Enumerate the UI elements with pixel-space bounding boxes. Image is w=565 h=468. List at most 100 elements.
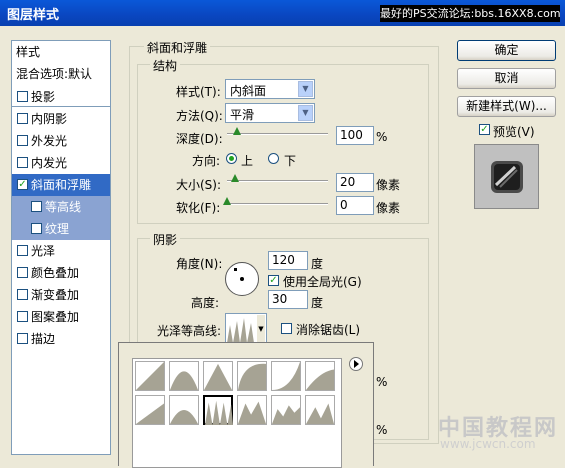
- global-light-checkbox[interactable]: ✓: [268, 275, 279, 286]
- sidebar-item-checkbox[interactable]: [17, 91, 28, 102]
- bevel-preview-graphic: [491, 161, 523, 193]
- title-bar: 图层样式 最好的PS交流论坛:bbs.16XX8.com: [0, 0, 565, 26]
- altitude-label: 高度:: [191, 296, 220, 310]
- contour-swatch[interactable]: [169, 395, 199, 425]
- sidebar-item[interactable]: 纹理: [12, 218, 110, 240]
- soften-unit: 像素: [376, 201, 401, 215]
- picker-menu-arrow-icon[interactable]: [349, 357, 363, 371]
- contour-swatch[interactable]: [135, 361, 165, 391]
- sidebar-item-checkbox[interactable]: [17, 113, 28, 124]
- sidebar-item-checkbox[interactable]: [17, 267, 28, 278]
- sidebar-item[interactable]: 样式: [12, 41, 110, 63]
- sidebar-item-checkbox[interactable]: [17, 289, 28, 300]
- sidebar-item-checkbox[interactable]: [31, 201, 42, 212]
- sidebar-item[interactable]: 外发光: [12, 130, 110, 152]
- soften-input[interactable]: 0: [336, 196, 374, 215]
- contour-curve-icon: [306, 403, 334, 424]
- style-select[interactable]: 内斜面 ▼: [225, 79, 315, 99]
- window-title: 图层样式: [7, 8, 60, 23]
- technique-select-value: 平滑: [230, 108, 255, 122]
- contour-curve-icon: [204, 363, 232, 390]
- sidebar-item-label: 纹理: [45, 222, 70, 236]
- sidebar-item[interactable]: 描边: [12, 328, 110, 350]
- depth-input[interactable]: 100: [336, 126, 374, 145]
- soften-label: 软化(F):: [176, 201, 221, 215]
- contour-swatch[interactable]: [271, 361, 301, 391]
- altitude-input[interactable]: 30: [268, 290, 308, 309]
- contour-curve-icon: [238, 363, 266, 390]
- gloss-contour-swatch[interactable]: ▼: [225, 313, 267, 345]
- hidden-unit: %: [376, 423, 388, 437]
- contour-curve-icon: [170, 410, 198, 424]
- contour-curve-icon: [205, 400, 233, 425]
- preview-checkbox[interactable]: ✓: [479, 124, 490, 135]
- contour-swatch[interactable]: [305, 361, 335, 391]
- sidebar-item[interactable]: 图案叠加: [12, 306, 110, 328]
- sidebar-item-checkbox[interactable]: [17, 135, 28, 146]
- sidebar-item-checkbox[interactable]: [17, 157, 28, 168]
- sidebar-item-label: 渐变叠加: [31, 288, 80, 302]
- contour-swatch[interactable]: [135, 395, 165, 425]
- direction-label: 方向:: [192, 154, 221, 168]
- sidebar-item[interactable]: 光泽: [12, 240, 110, 262]
- antialias-label: 消除锯齿(L): [296, 323, 361, 337]
- depth-slider-thumb[interactable]: [233, 127, 242, 135]
- cancel-button[interactable]: 取消: [457, 68, 556, 89]
- contour-swatch[interactable]: [305, 395, 335, 425]
- sidebar-item-label: 内发光: [31, 156, 68, 170]
- sidebar-item-label: 光泽: [31, 244, 56, 258]
- soften-slider-thumb[interactable]: [223, 197, 231, 205]
- sidebar-item[interactable]: 混合选项:默认: [12, 63, 110, 85]
- sidebar-item-label: 描边: [31, 332, 56, 346]
- sidebar-item[interactable]: ✓ 斜面和浮雕: [12, 174, 110, 196]
- sidebar-item-checkbox[interactable]: [17, 333, 28, 344]
- sidebar-item[interactable]: 投影: [12, 86, 110, 108]
- technique-select[interactable]: 平滑 ▼: [225, 103, 315, 123]
- direction-down-radio[interactable]: [268, 153, 279, 164]
- contour-swatch[interactable]: [203, 395, 233, 425]
- contour-curve-icon: [170, 371, 198, 390]
- shading-title: 阴影: [150, 231, 181, 248]
- chevron-down-icon: ▼: [298, 105, 313, 121]
- contour-swatch[interactable]: [169, 361, 199, 391]
- sidebar-item-label: 外发光: [31, 134, 68, 148]
- size-unit: 像素: [376, 178, 401, 192]
- chevron-down-icon: ▼: [257, 315, 265, 343]
- style-label: 样式(T):: [176, 85, 221, 99]
- sidebar-item-checkbox[interactable]: ✓: [17, 179, 28, 190]
- sidebar-item-label: 样式: [16, 45, 41, 59]
- sidebar-item[interactable]: 颜色叠加: [12, 262, 110, 284]
- size-slider[interactable]: [227, 180, 328, 182]
- sidebar-item-checkbox[interactable]: [31, 223, 42, 234]
- angle-input[interactable]: 120: [268, 251, 308, 270]
- sidebar-item[interactable]: 等高线: [12, 196, 110, 218]
- contour-swatch[interactable]: [203, 361, 233, 391]
- sidebar-item[interactable]: 内发光: [12, 152, 110, 174]
- antialias-checkbox[interactable]: [281, 323, 292, 334]
- new-style-button[interactable]: 新建样式(W)...: [457, 96, 556, 117]
- direction-up-label: 上: [241, 154, 254, 168]
- forum-banner: 最好的PS交流论坛:bbs.16XX8.com: [380, 5, 561, 22]
- hidden-unit: %: [376, 375, 388, 389]
- depth-slider[interactable]: [227, 133, 328, 135]
- size-input[interactable]: 20: [336, 173, 374, 192]
- contour-swatch[interactable]: [271, 395, 301, 425]
- watermark-url: www.jcwcn.com: [440, 437, 536, 451]
- contour-curve-icon: [238, 401, 266, 424]
- sidebar-item-checkbox[interactable]: [17, 311, 28, 322]
- soften-slider[interactable]: [227, 203, 328, 205]
- sidebar-item[interactable]: 渐变叠加: [12, 284, 110, 306]
- preview-label: 预览(V): [493, 125, 535, 139]
- sidebar-item-label: 颜色叠加: [31, 266, 80, 280]
- angle-label: 角度(N):: [176, 257, 223, 271]
- size-slider-thumb[interactable]: [231, 174, 240, 182]
- angle-dial[interactable]: [225, 262, 259, 296]
- direction-up-radio[interactable]: [226, 153, 237, 164]
- ok-button[interactable]: 确定: [457, 40, 556, 61]
- size-label: 大小(S):: [176, 178, 222, 192]
- contour-swatch[interactable]: [237, 361, 267, 391]
- sidebar-item[interactable]: 内阴影: [12, 108, 110, 130]
- sidebar-item-checkbox[interactable]: [17, 245, 28, 256]
- contour-swatch[interactable]: [237, 395, 267, 425]
- angle-dial-marker: [234, 268, 237, 271]
